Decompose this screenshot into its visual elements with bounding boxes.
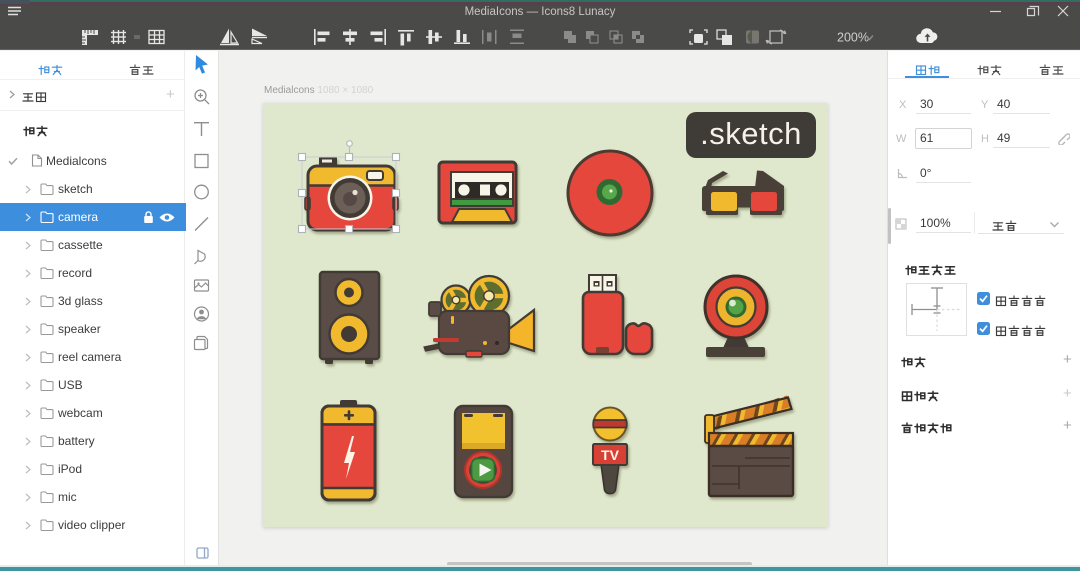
svg-text:TV: TV: [601, 447, 620, 463]
svg-text:200%: 200%: [837, 31, 869, 45]
